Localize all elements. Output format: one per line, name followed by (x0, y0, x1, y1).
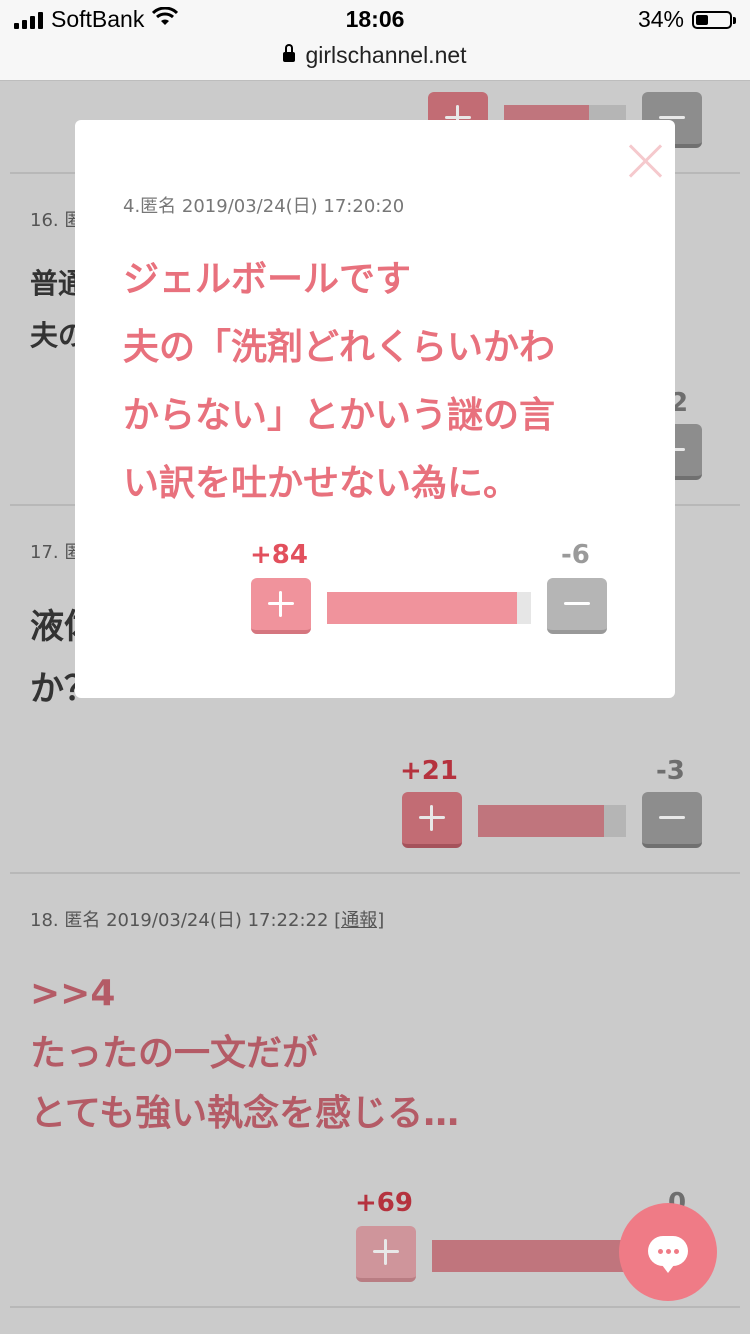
popup-comment-meta: 4.匿名 2019/03/24(日) 17:20:20 (123, 196, 405, 217)
battery-info: 34% (637, 6, 736, 33)
plus-button[interactable] (356, 1226, 416, 1282)
vote-bar (327, 592, 531, 624)
anchor-link[interactable]: >>4 (30, 964, 459, 1024)
plus-count: +21 (400, 756, 458, 786)
minus-button[interactable] (642, 792, 702, 848)
plus-button[interactable] (251, 578, 311, 634)
vote-bar-fill (432, 1240, 626, 1272)
minus-button[interactable] (547, 578, 607, 634)
minus-count: -6 (561, 540, 590, 570)
report-link[interactable]: [通報] (334, 910, 384, 931)
url-text: girlschannel.net (305, 42, 467, 68)
plus-count: +84 (250, 540, 308, 570)
vote-bar-fill (327, 592, 517, 624)
divider (10, 1306, 740, 1308)
minus-count: -3 (656, 756, 685, 786)
address-bar[interactable]: girlschannel.net (0, 40, 750, 81)
comment-meta: 18. 匿名 2019/03/24(日) 17:22:22 [通報] (30, 910, 385, 931)
lock-icon (283, 43, 296, 62)
popup-comment-text: ジェルボールです 夫の「洗剤どれくらいかわ からない」とかいう謎の言 い訳を吐か… (123, 259, 556, 504)
battery-icon (692, 10, 736, 29)
comment-popup: 4.匿名 2019/03/24(日) 17:20:20 ジェルボールです 夫の「… (75, 120, 675, 698)
close-icon[interactable] (627, 142, 663, 178)
chat-button[interactable] (619, 1203, 717, 1301)
status-bar: SoftBank 18:06 34% (0, 0, 750, 40)
battery-percent: 34% (637, 6, 684, 32)
divider (10, 872, 740, 874)
vote-bar (432, 1240, 626, 1272)
comment-text: >>4 たったの一文だが とても強い執念を感じる… (30, 964, 459, 1144)
vote-bar (478, 805, 626, 837)
plus-button[interactable] (402, 792, 462, 848)
vote-bar-fill (478, 805, 604, 837)
plus-count: +69 (355, 1188, 413, 1218)
chat-bubble-icon (648, 1236, 688, 1273)
